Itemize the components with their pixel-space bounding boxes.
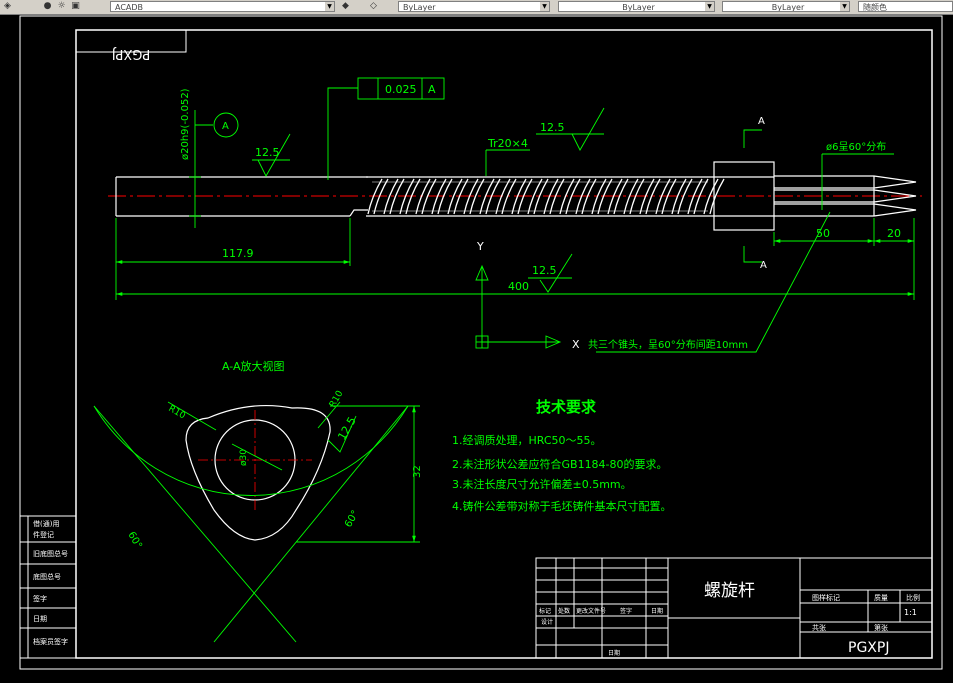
svg-text:60°: 60° [343,509,361,530]
svg-text:0.025: 0.025 [385,83,417,96]
svg-text:标记: 标记 [539,607,551,615]
svg-text:日期: 日期 [33,615,47,623]
svg-text:12.5: 12.5 [532,264,557,277]
svg-text:图样标记: 图样标记 [812,593,840,602]
svg-text:档案员签字: 档案员签字 [33,637,68,646]
svg-text:共张: 共张 [812,623,826,632]
svg-text:4.铸件公差带对称于毛坯铸件基本尺寸配置。: 4.铸件公差带对称于毛坯铸件基本尺寸配置。 [452,499,672,513]
layers-icon[interactable]: ◈ [2,1,13,12]
svg-text:50: 50 [816,227,830,240]
svg-text:1.经调质处理，HRC50～55。: 1.经调质处理，HRC50～55。 [452,434,602,447]
text-style-value: ACADB [115,3,144,12]
svg-text:旧底图总号: 旧底图总号 [33,549,68,558]
svg-text:件登记: 件登记 [33,530,54,539]
svg-text:A-A放大视图: A-A放大视图 [222,359,285,373]
svg-text:A: A [428,83,436,96]
svg-text:Y: Y [476,240,484,253]
layer-previous-icon[interactable]: ◇ [368,1,379,12]
svg-text:32: 32 [412,465,423,478]
svg-text:处数: 处数 [558,607,570,615]
chevron-down-icon[interactable]: ▼ [540,2,549,11]
plot-style-combo[interactable]: 随颜色 [858,1,953,12]
lightbulb-icon[interactable]: ● [42,1,53,12]
linetype-value: ByLayer [622,3,655,12]
svg-text:技术要求: 技术要求 [536,398,597,416]
svg-text:20: 20 [887,227,901,240]
svg-text:2.未注形状公差应符合GB1184-80的要求。: 2.未注形状公差应符合GB1184-80的要求。 [452,457,668,471]
svg-text:质量: 质量 [874,593,888,602]
svg-text:借(通)用: 借(通)用 [33,519,59,528]
inner-frame [75,29,933,659]
chevron-down-icon[interactable]: ▼ [840,2,849,11]
lineweight-combo[interactable]: ByLayer ▼ [722,1,850,12]
svg-text:3.未注长度尺寸允许偏差±0.5mm。: 3.未注长度尺寸允许偏差±0.5mm。 [452,477,632,491]
svg-text:117.9: 117.9 [222,247,254,260]
sun-icon[interactable]: ☼ [56,1,67,12]
svg-text:A: A [222,121,229,132]
make-current-icon[interactable]: ◆ [340,1,351,12]
side-block-text: 借(通)用 件登记 旧底图总号 底图总号 签字 日期 档案员签字 [33,519,68,646]
mirrored-code: PGXPJ [112,46,151,61]
svg-text:PGXPJ: PGXPJ [848,640,889,656]
svg-text:更改文件号: 更改文件号 [576,607,606,615]
svg-text:共三个锥头，呈60°分布间距10mm: 共三个锥头，呈60°分布间距10mm [588,338,748,351]
chevron-down-icon[interactable]: ▼ [325,2,334,11]
svg-text:日期: 日期 [651,607,663,615]
svg-text:第张: 第张 [874,623,888,632]
svg-text:ø30: ø30 [239,449,249,466]
svg-text:比例: 比例 [906,593,920,602]
svg-text:12.5: 12.5 [540,121,565,134]
svg-text:A: A [758,116,765,127]
section-view [93,401,420,643]
svg-text:R10: R10 [167,404,188,422]
svg-text:X: X [572,338,580,351]
svg-text:ø6呈60°分布: ø6呈60°分布 [826,141,886,153]
plot-style-value: 随颜色 [863,3,887,12]
svg-text:A: A [760,260,767,271]
text-style-combo[interactable]: ACADB ▼ [110,1,335,12]
svg-text:签字: 签字 [33,594,47,603]
svg-text:12.5: 12.5 [335,415,359,443]
svg-text:PGXPJ: PGXPJ [112,46,151,61]
svg-text:日期: 日期 [608,649,620,657]
svg-text:Tr20×4: Tr20×4 [487,137,528,150]
toolbar: ◈ ● ☼ ▣ ACADB ▼ ◆ ◇ ByLayer ▼ ByLayer ▼ … [0,0,953,15]
svg-text:螺旋杆: 螺旋杆 [704,581,755,601]
svg-text:设计: 设计 [541,618,553,626]
color-combo[interactable]: ByLayer ▼ [398,1,550,12]
tech-requirements: 技术要求 1.经调质处理，HRC50～55。 2.未注形状公差应符合GB1184… [452,398,672,513]
svg-text:60°: 60° [125,530,143,551]
chevron-down-icon[interactable]: ▼ [705,2,714,11]
linetype-combo[interactable]: ByLayer ▼ [558,1,715,12]
svg-text:400: 400 [508,280,529,293]
svg-text:签字: 签字 [620,607,632,615]
drawing-canvas[interactable]: PGXPJ 117.9 400 50 20 12.5 12.5 12.5 12.… [0,14,953,679]
svg-text:ø20h9(-0.052): ø20h9(-0.052) [180,88,191,160]
drawing-svg: PGXPJ 117.9 400 50 20 12.5 12.5 12.5 12.… [19,15,943,670]
svg-text:底图总号: 底图总号 [33,572,61,581]
lineweight-value: ByLayer [771,3,805,12]
outer-frame [19,15,943,670]
lock-icon[interactable]: ▣ [70,1,81,12]
color-value: ByLayer [403,3,436,12]
dimensions [115,77,915,353]
svg-text:12.5: 12.5 [255,146,280,159]
svg-text:1:1: 1:1 [904,608,917,617]
